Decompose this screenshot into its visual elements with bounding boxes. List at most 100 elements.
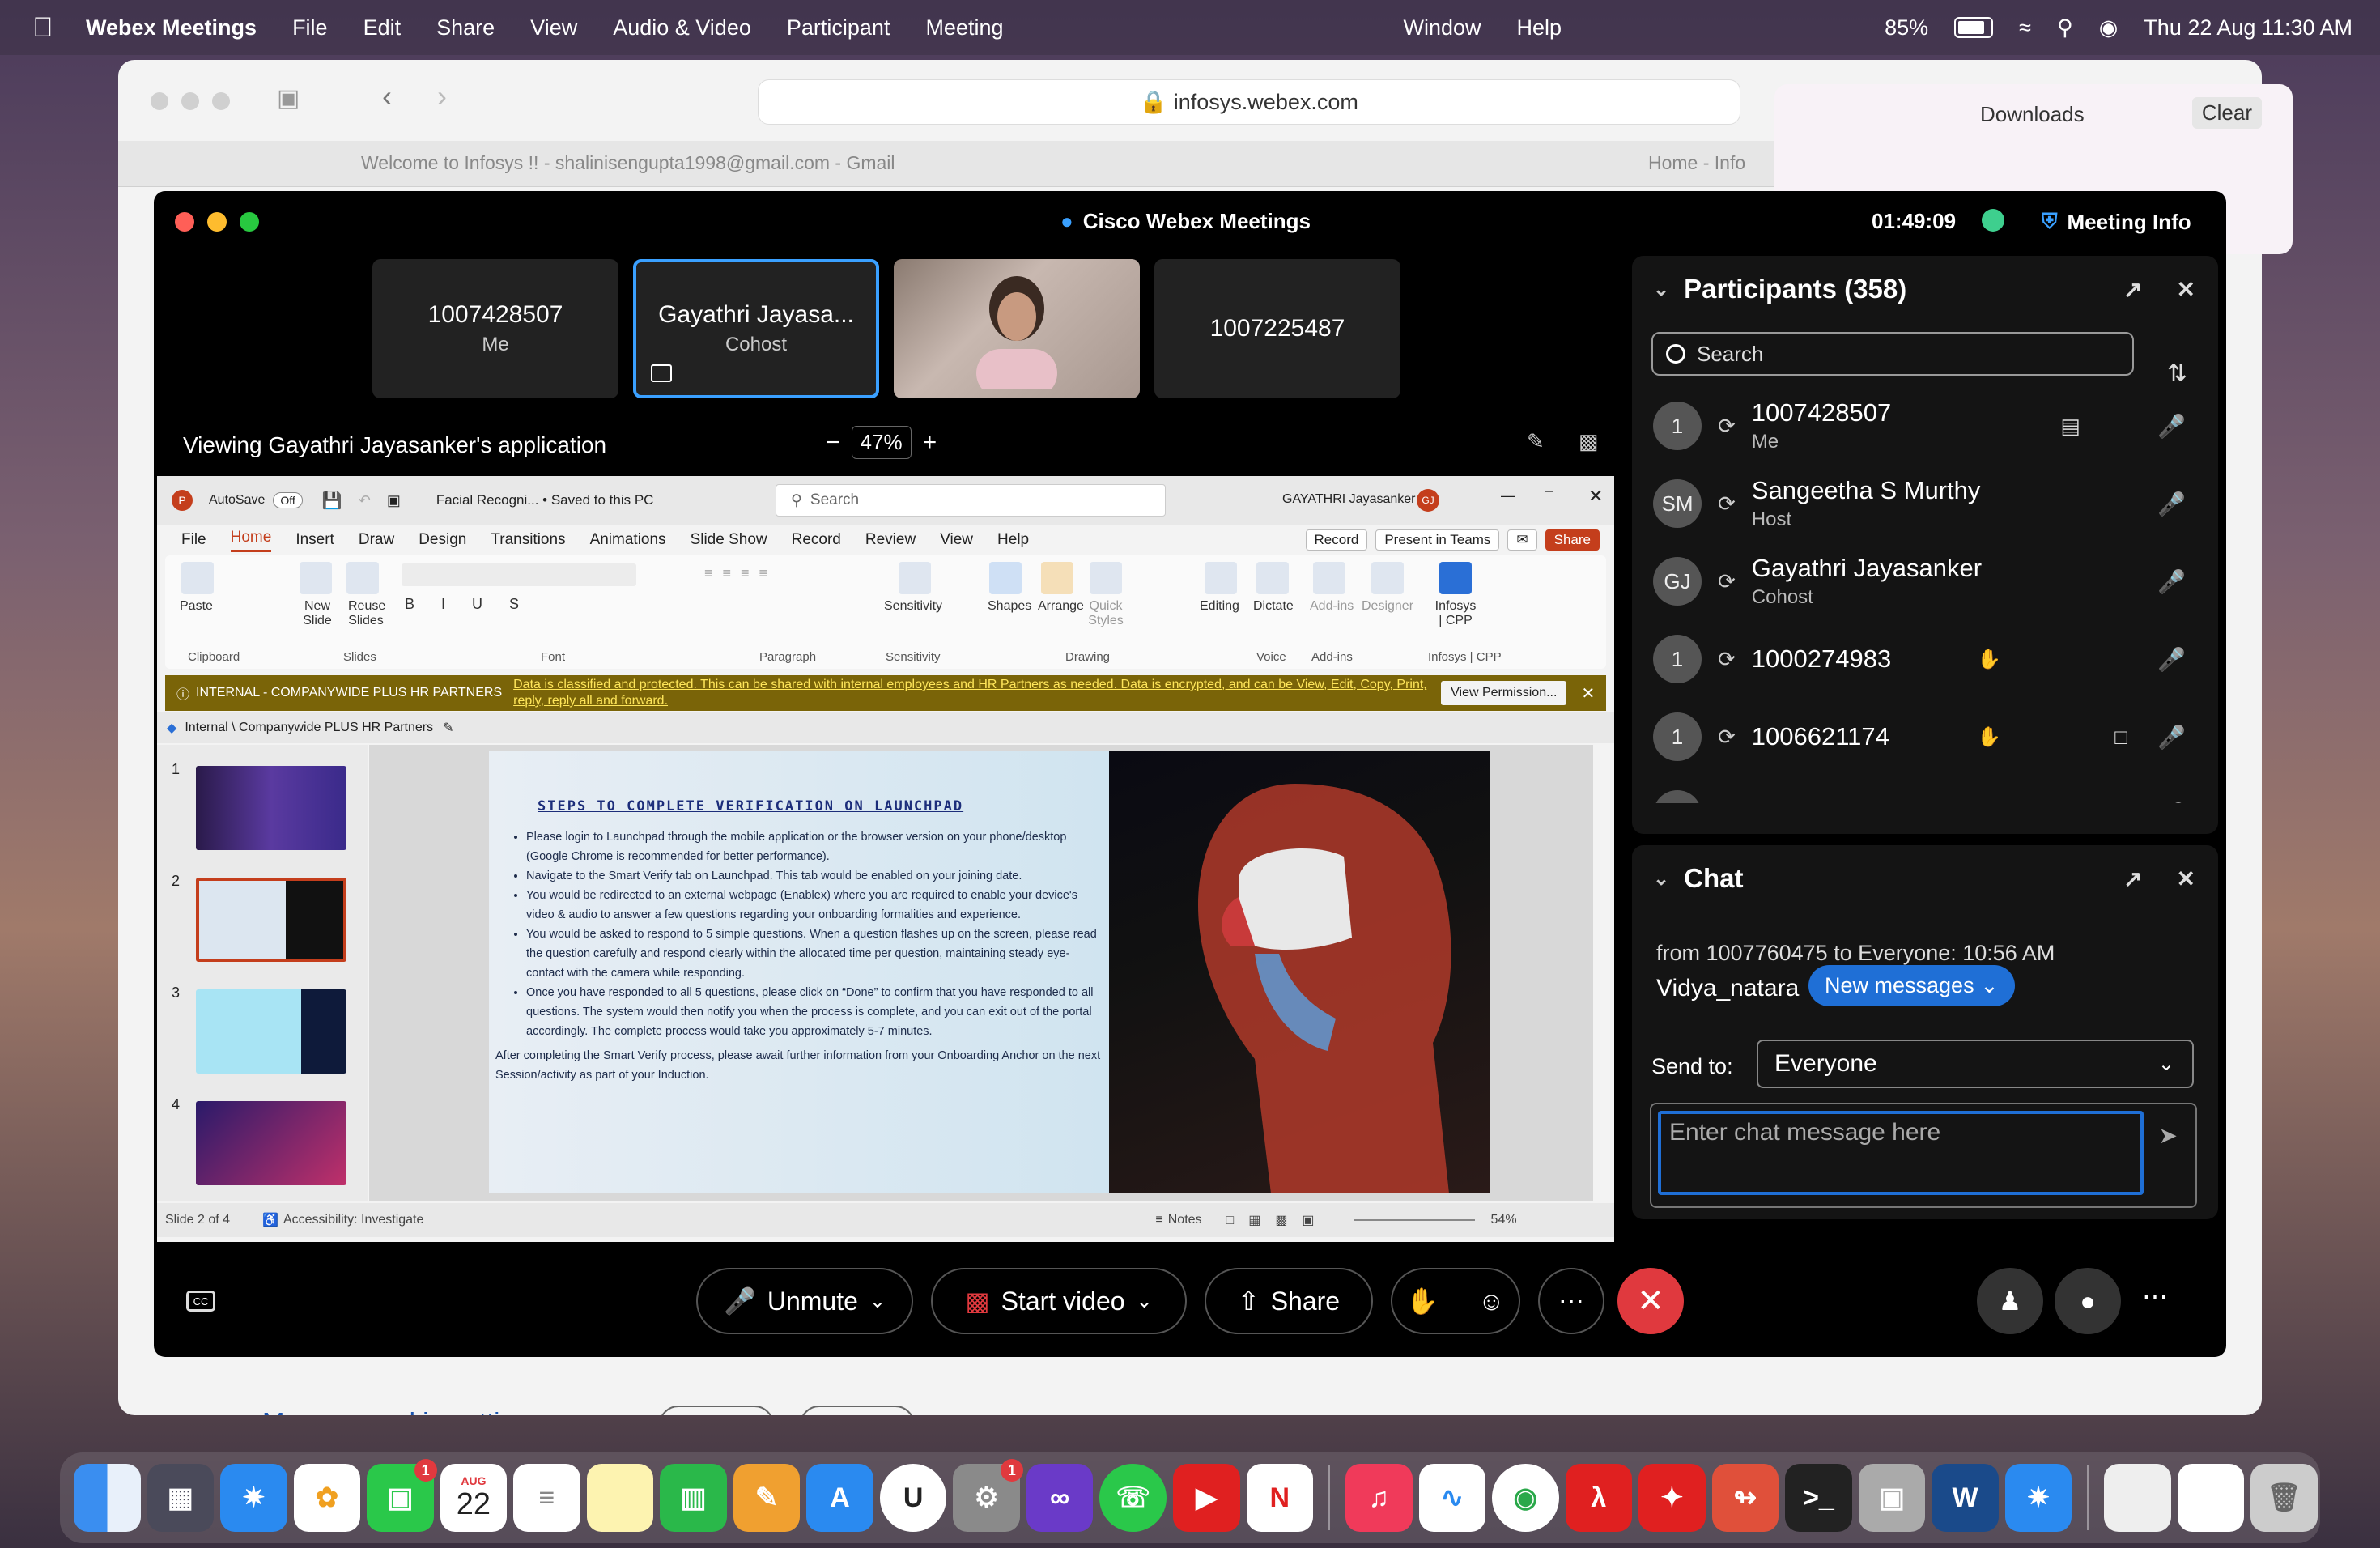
more-panels-icon[interactable]: ⋯ bbox=[2142, 1281, 2168, 1312]
save-icon[interactable]: 💾 bbox=[322, 491, 342, 511]
ppt-tab-slideshow[interactable]: Slide Show bbox=[691, 531, 767, 549]
infosys-cpp-icon[interactable] bbox=[1439, 562, 1472, 594]
reuse-slides-label[interactable]: Reuse Slides bbox=[348, 599, 385, 628]
recent-document-icon[interactable] bbox=[2177, 1464, 2245, 1532]
view-permission-button[interactable]: View Permission... bbox=[1441, 681, 1567, 705]
zoom-slider[interactable] bbox=[1353, 1219, 1475, 1221]
finder-icon[interactable] bbox=[74, 1464, 141, 1532]
collapse-chevron-icon[interactable]: ⌄ bbox=[1653, 278, 1669, 301]
infosys-cpp-label[interactable]: Infosys | CPP bbox=[1433, 599, 1478, 628]
photos-icon[interactable]: ✿ bbox=[293, 1464, 361, 1532]
sensitivity-label[interactable]: Sensitivity bbox=[884, 599, 942, 614]
start-video-button[interactable]: ▩ Start video ⌄ bbox=[931, 1268, 1187, 1334]
browser-traffic-lights[interactable] bbox=[151, 92, 230, 110]
sensitivity-label-text[interactable]: Internal \ Companywide PLUS HR Partners bbox=[185, 721, 433, 735]
menu-share[interactable]: Share bbox=[436, 15, 495, 40]
acrobat-icon[interactable]: λ bbox=[1565, 1464, 1633, 1532]
chrome-icon[interactable]: ◉ bbox=[1492, 1464, 1559, 1532]
arrange-icon[interactable] bbox=[1041, 562, 1073, 594]
freeform-icon[interactable]: ∿ bbox=[1418, 1464, 1486, 1532]
zoom-level[interactable]: 47% bbox=[851, 426, 912, 459]
banner-close-icon[interactable]: ✕ bbox=[1581, 683, 1595, 704]
status-notes[interactable]: Notes bbox=[1168, 1213, 1202, 1227]
zoom-in-button[interactable]: + bbox=[923, 429, 937, 457]
back-icon[interactable]: ‹ bbox=[382, 79, 392, 113]
ppt-share-button[interactable]: Share bbox=[1545, 529, 1600, 551]
calendar-icon[interactable]: AUG 22 bbox=[440, 1464, 508, 1532]
terminal-icon[interactable]: >_ bbox=[1785, 1464, 1852, 1532]
safari-dock-icon[interactable]: ✷ bbox=[2004, 1464, 2072, 1532]
chat-input[interactable]: Enter chat message here bbox=[1658, 1111, 2144, 1195]
shapes-label[interactable]: Shapes bbox=[988, 599, 1031, 614]
menubar-clock[interactable]: Thu 22 Aug 11:30 AM bbox=[2144, 15, 2352, 40]
ppt-tab-help[interactable]: Help bbox=[997, 531, 1029, 549]
menu-audio-video[interactable]: Audio & Video bbox=[613, 15, 751, 40]
banner-message[interactable]: Data is classified and protected. This c… bbox=[513, 677, 1428, 709]
trash-icon[interactable]: 🗑 bbox=[2250, 1464, 2318, 1532]
mic-muted-icon[interactable]: 🎤 bbox=[2157, 724, 2186, 751]
status-zoom[interactable]: 54% bbox=[1491, 1213, 1517, 1227]
add-ins-icon[interactable] bbox=[1313, 562, 1345, 594]
app-store-icon[interactable]: A bbox=[806, 1464, 873, 1532]
ppt-tab-review[interactable]: Review bbox=[865, 531, 916, 549]
remote-control-icon[interactable]: ▩ bbox=[1579, 429, 1599, 454]
pdf-icon[interactable]: ✦ bbox=[1638, 1464, 1706, 1532]
sidebar-icon[interactable]: ▣ bbox=[277, 84, 300, 113]
spotlight-icon[interactable]: ⚲ bbox=[2057, 15, 2073, 40]
menu-app-name[interactable]: Webex Meetings bbox=[86, 15, 257, 40]
send-icon[interactable]: ➤ bbox=[2159, 1122, 2178, 1149]
ppt-comments-icon[interactable]: ✉ bbox=[1507, 529, 1537, 551]
share-button[interactable]: ⇧ Share bbox=[1205, 1268, 1373, 1334]
slide-thumbnail-1[interactable] bbox=[196, 766, 346, 850]
ppt-search-box[interactable]: ⚲ Search bbox=[776, 484, 1166, 517]
popout-icon[interactable]: ↗ bbox=[2123, 865, 2142, 892]
arrange-label[interactable]: Arrange bbox=[1038, 599, 1084, 614]
downloads-clear-button[interactable]: Clear bbox=[2191, 97, 2262, 129]
ppt-tab-design[interactable]: Design bbox=[419, 531, 466, 549]
present-icon[interactable]: ▣ bbox=[387, 492, 401, 509]
wifi-icon[interactable]: ≈ bbox=[2019, 15, 2031, 40]
slide-thumbnail-3[interactable] bbox=[196, 989, 346, 1074]
more-options-button[interactable]: ⋯ bbox=[1538, 1268, 1604, 1334]
send-to-select[interactable]: Everyone ⌄ bbox=[1757, 1040, 2194, 1088]
visual-studio-icon[interactable]: ∞ bbox=[1026, 1464, 1094, 1532]
mic-muted-icon[interactable]: 🎤 bbox=[2157, 802, 2186, 804]
menu-participant[interactable]: Participant bbox=[787, 15, 890, 40]
menu-file[interactable]: File bbox=[292, 15, 328, 40]
menu-edit[interactable]: Edit bbox=[363, 15, 402, 40]
reactions-icon[interactable]: ☺ bbox=[1478, 1286, 1505, 1316]
apple-menu-icon[interactable]:  bbox=[32, 14, 57, 41]
dictate-label[interactable]: Dictate bbox=[1253, 599, 1294, 614]
ppt-present-teams-button[interactable]: Present in Teams bbox=[1375, 529, 1500, 551]
safari-icon[interactable]: ✷ bbox=[220, 1464, 287, 1532]
tile-video-participant[interactable] bbox=[894, 259, 1140, 398]
new-slide-label[interactable]: New Slide bbox=[303, 599, 332, 628]
slide-editor[interactable]: STEPS TO COMPLETE VERIFICATION ON LAUNCH… bbox=[369, 745, 1593, 1201]
slide-thumbnail-4[interactable] bbox=[196, 1101, 346, 1185]
ppt-tab-transitions[interactable]: Transitions bbox=[491, 531, 565, 549]
accept-button[interactable]: Accept bbox=[800, 1406, 915, 1415]
designer-label[interactable]: Designer bbox=[1362, 599, 1413, 614]
whatsapp-icon[interactable]: ☏ bbox=[1099, 1464, 1167, 1532]
ppt-restore-icon[interactable]: □ bbox=[1545, 487, 1553, 504]
ppt-tab-insert[interactable]: Insert bbox=[295, 531, 334, 549]
participants-search[interactable]: Search bbox=[1651, 332, 2134, 376]
pages-icon[interactable]: ✎ bbox=[733, 1464, 801, 1532]
zoom-out-button[interactable]: − bbox=[826, 429, 840, 457]
participant-row[interactable]: 1 ⟳ 1006621174 ✋ □ 🎤 bbox=[1632, 698, 2218, 776]
dictate-icon[interactable] bbox=[1256, 562, 1289, 594]
ppt-tab-record[interactable]: Record bbox=[792, 531, 841, 549]
reuse-slides-icon[interactable] bbox=[346, 562, 379, 594]
zoom-window-icon[interactable] bbox=[240, 212, 259, 232]
paste-icon[interactable] bbox=[181, 562, 214, 594]
chevron-down-icon[interactable]: ⌄ bbox=[869, 1290, 886, 1313]
new-messages-button[interactable]: New messages ⌄ bbox=[1808, 965, 2015, 1006]
facetime-icon[interactable]: ▣ 1 bbox=[367, 1459, 437, 1532]
leave-meeting-button[interactable]: ✕ bbox=[1617, 1268, 1684, 1334]
annotate-icon[interactable]: ✎ bbox=[1527, 429, 1545, 454]
participant-row[interactable]: 1 ⟳ 1000274983 ✋ 🎤 bbox=[1632, 620, 2218, 698]
menu-meeting[interactable]: Meeting bbox=[925, 15, 1003, 40]
ppt-close-icon[interactable]: ✕ bbox=[1588, 486, 1603, 507]
undo-icon[interactable]: ↶ bbox=[359, 492, 371, 509]
font-format-icons[interactable]: B I U S bbox=[405, 596, 530, 613]
